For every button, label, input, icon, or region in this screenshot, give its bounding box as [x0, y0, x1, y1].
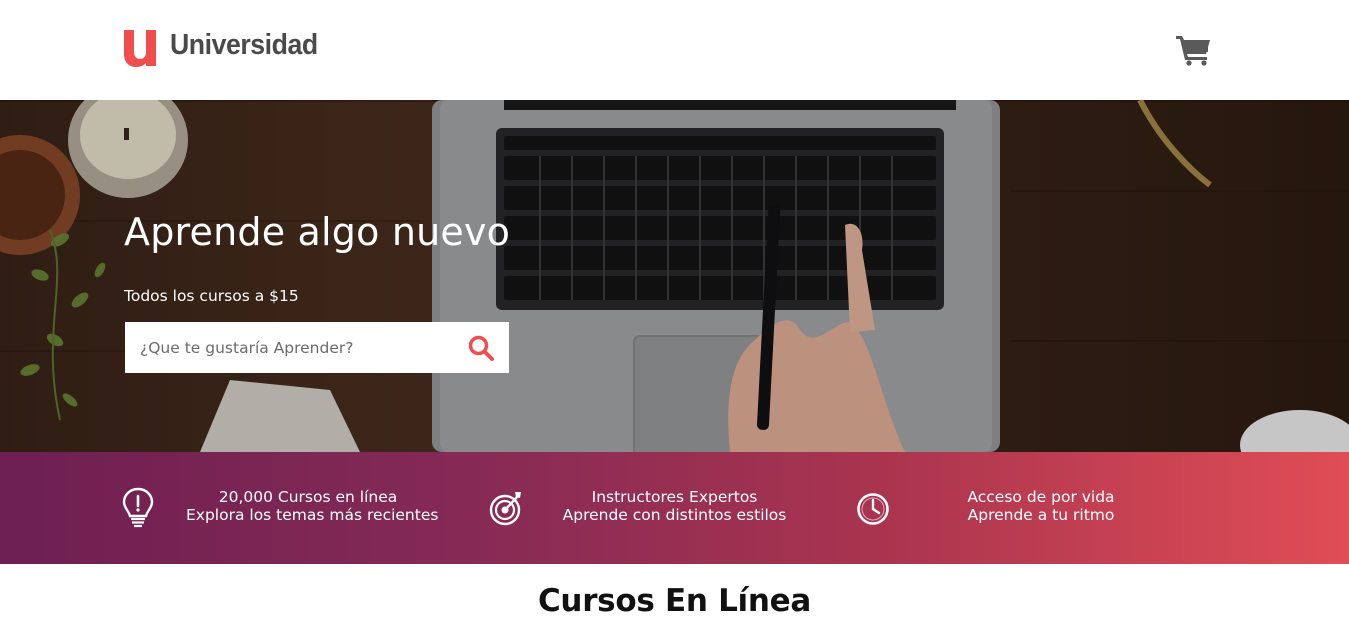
search-icon[interactable] [467, 334, 495, 362]
shopping-cart-icon[interactable] [1176, 34, 1212, 66]
logo[interactable]: Universidad [124, 28, 331, 68]
feature-access-line1: Acceso de por vida [967, 488, 1115, 506]
hero-banner: Aprende algo nuevo Todos los cursos a $1… [0, 100, 1349, 452]
hero-subtitle: Todos los cursos a $15 [124, 287, 299, 305]
hero-overlay [0, 100, 1349, 452]
site-header: Universidad [0, 0, 1349, 100]
hero-title: Aprende algo nuevo [124, 210, 511, 254]
clock-icon [857, 493, 889, 525]
features-bar: 20,000 Cursos en línea Explora los temas… [0, 452, 1349, 564]
section-title: Cursos En Línea [537, 583, 812, 619]
search-input[interactable] [125, 322, 455, 373]
logo-mark-icon [124, 30, 156, 67]
feature-access-text: Acceso de por vida Aprende a tu ritmo [946, 488, 1136, 524]
feature-access: Acceso de por vida Aprende a tu ritmo [0, 452, 1349, 564]
feature-access-line2: Aprende a tu ritmo [967, 506, 1115, 524]
logo-text: Universidad [170, 29, 318, 61]
search-box [125, 322, 509, 373]
